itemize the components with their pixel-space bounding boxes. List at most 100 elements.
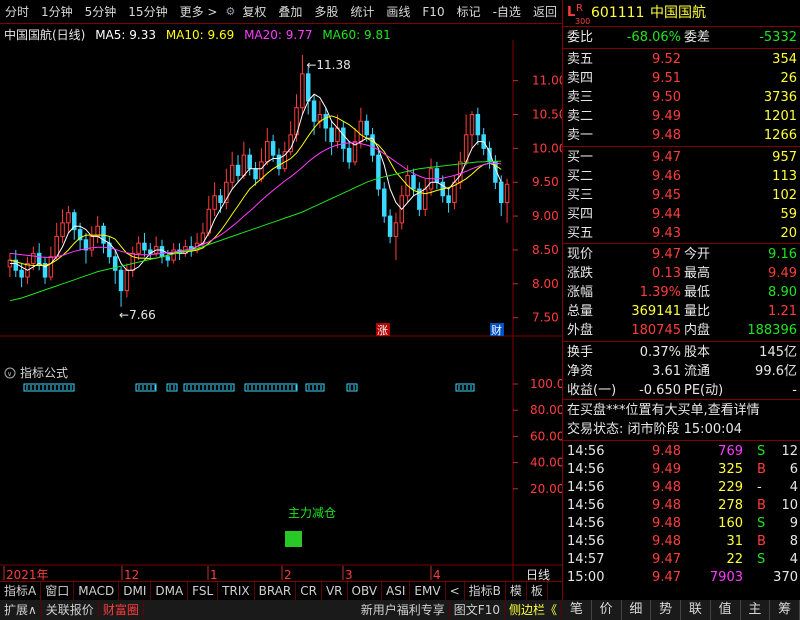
candle-body[interactable] bbox=[422, 188, 428, 210]
stock-code[interactable]: 601111 bbox=[591, 4, 644, 22]
toolbar-button-4[interactable]: 画线 bbox=[381, 0, 415, 24]
toolbar-button-3[interactable]: 统计 bbox=[345, 0, 379, 24]
candle-body[interactable] bbox=[60, 222, 65, 237]
panel-divider bbox=[563, 26, 800, 27]
indicator-tab-0[interactable]: 指标A bbox=[0, 581, 42, 600]
toolbar-button-0[interactable]: 复权 bbox=[237, 0, 271, 24]
candle-body[interactable] bbox=[358, 120, 364, 143]
indicator-tab-12[interactable]: EMV bbox=[410, 581, 446, 600]
candle-body[interactable] bbox=[118, 269, 124, 292]
bottom-link-0[interactable]: 扩展∧ bbox=[0, 601, 42, 619]
candle-body[interactable] bbox=[270, 141, 276, 156]
indicator-tab-16[interactable]: 板 bbox=[527, 581, 548, 600]
candle-body[interactable] bbox=[19, 269, 24, 278]
indicator-tab-2[interactable]: MACD bbox=[74, 581, 120, 600]
event-marker-zhang[interactable]: 涨 bbox=[376, 323, 390, 337]
event-marker-cai[interactable]: 财 bbox=[490, 323, 504, 337]
quote-tab-1[interactable]: 价 bbox=[592, 600, 622, 620]
candle-body[interactable] bbox=[381, 188, 387, 217]
candle-body[interactable] bbox=[341, 127, 346, 149]
indicator-title[interactable]: ∨ 指标公式 bbox=[4, 365, 68, 380]
candle-body[interactable] bbox=[446, 195, 451, 204]
period-button-1[interactable]: 1分钟 bbox=[36, 0, 78, 24]
gear-icon[interactable]: ⚙ bbox=[225, 5, 235, 18]
candle-body[interactable] bbox=[300, 73, 305, 109]
toolbar-button-2[interactable]: 多股 bbox=[309, 0, 343, 24]
candle-body[interactable] bbox=[504, 183, 510, 204]
indicator-tab-9[interactable]: VR bbox=[322, 581, 348, 600]
bottom-right-link-0[interactable]: 新用户福利专享 bbox=[357, 601, 450, 619]
candle-body[interactable] bbox=[247, 154, 252, 170]
toolbar-button-5[interactable]: F10 bbox=[417, 0, 449, 24]
candle-body[interactable] bbox=[136, 242, 141, 254]
candle-body[interactable] bbox=[36, 252, 42, 265]
candle-body[interactable] bbox=[259, 161, 264, 180]
candle-body[interactable] bbox=[311, 100, 317, 122]
indicator-tab-6[interactable]: TRIX bbox=[218, 581, 255, 600]
stat2-value: 145亿 bbox=[759, 345, 797, 360]
notice-text[interactable]: 在买盘***位置有大买单,查看详情 bbox=[567, 402, 760, 420]
candle-body[interactable] bbox=[31, 252, 36, 265]
candle-body[interactable] bbox=[276, 154, 282, 170]
bottom-right-link-1[interactable]: 图文F10 bbox=[450, 601, 505, 619]
quote-tab-0[interactable]: 笔 bbox=[562, 600, 592, 620]
candle-body[interactable] bbox=[165, 256, 171, 261]
candle-body[interactable] bbox=[387, 215, 393, 237]
indicator-tab-13[interactable]: < bbox=[446, 581, 465, 600]
candle-body[interactable] bbox=[212, 195, 217, 210]
candle-body[interactable] bbox=[142, 242, 147, 251]
candle-body[interactable] bbox=[376, 154, 381, 190]
candle-body[interactable] bbox=[124, 269, 130, 292]
indicator-tab-1[interactable]: 窗口 bbox=[41, 581, 75, 600]
indicator-tab-3[interactable]: DMI bbox=[119, 581, 152, 600]
indicator-tab-8[interactable]: CR bbox=[296, 581, 322, 600]
candle-body[interactable] bbox=[48, 256, 54, 278]
bottom-link-2[interactable]: 财富圈 bbox=[99, 601, 144, 619]
candle-body[interactable] bbox=[66, 212, 71, 224]
candle-body[interactable] bbox=[241, 154, 247, 176]
candle-body[interactable] bbox=[305, 73, 311, 102]
quote-tab-6[interactable]: 主 bbox=[741, 600, 771, 620]
candle-body[interactable] bbox=[434, 168, 440, 183]
candle-body[interactable] bbox=[364, 120, 369, 136]
toolbar-button-7[interactable]: -自选 bbox=[488, 0, 526, 24]
candle-body[interactable] bbox=[346, 147, 352, 163]
indicator-tab-14[interactable]: 指标B bbox=[465, 581, 506, 600]
candle-body[interactable] bbox=[253, 168, 258, 180]
period-button-0[interactable]: 分时 bbox=[0, 0, 34, 24]
quote-tab-4[interactable]: 联 bbox=[681, 600, 711, 620]
candle-body[interactable] bbox=[323, 114, 329, 129]
period-button-2[interactable]: 5分钟 bbox=[80, 0, 122, 24]
candle-body[interactable] bbox=[218, 195, 223, 204]
indicator-tab-7[interactable]: BRAR bbox=[255, 581, 297, 600]
quote-tab-7[interactable]: 筹 bbox=[770, 600, 800, 620]
stock-name[interactable]: 中国国航 bbox=[650, 4, 706, 22]
candle-body[interactable] bbox=[229, 164, 235, 183]
period-button-4[interactable]: 更多 > bbox=[175, 0, 223, 24]
indicator-tab-5[interactable]: FSL bbox=[188, 581, 219, 600]
candle-body[interactable] bbox=[411, 174, 416, 190]
candle-body[interactable] bbox=[235, 164, 241, 176]
candle-body[interactable] bbox=[475, 114, 481, 136]
quote-tab-5[interactable]: 值 bbox=[711, 600, 741, 620]
indicator-tab-11[interactable]: ASI bbox=[382, 581, 411, 600]
period-button-3[interactable]: 15分钟 bbox=[123, 0, 172, 24]
bottom-link-1[interactable]: 关联报价 bbox=[42, 601, 99, 619]
kline-chart[interactable]: 11.00 10.50 10.00 9.50 9.00 8.50 8.00 7.50 ←11.3… bbox=[0, 40, 562, 581]
toolbar-button-8[interactable]: 返回 bbox=[528, 0, 562, 24]
quote-tab-2[interactable]: 细 bbox=[622, 600, 652, 620]
ask-label: 卖一 bbox=[567, 128, 594, 143]
bottom-right-link-2[interactable]: 侧边栏《 bbox=[505, 601, 562, 619]
toolbar-button-6[interactable]: 标记 bbox=[452, 0, 486, 24]
candle-body[interactable] bbox=[265, 141, 270, 163]
indicator-tab-15[interactable]: 模 bbox=[506, 581, 527, 600]
indicator-tab-4[interactable]: DMA bbox=[151, 581, 189, 600]
candle-body[interactable] bbox=[159, 246, 165, 258]
toolbar-button-1[interactable]: 叠加 bbox=[273, 0, 307, 24]
candle-body[interactable] bbox=[329, 127, 334, 143]
quote-tab-3[interactable]: 势 bbox=[651, 600, 681, 620]
indicator-tab-10[interactable]: OBV bbox=[348, 581, 383, 600]
candle-body[interactable] bbox=[498, 181, 504, 204]
candle-body[interactable] bbox=[469, 114, 475, 136]
candle-body[interactable] bbox=[393, 222, 399, 237]
